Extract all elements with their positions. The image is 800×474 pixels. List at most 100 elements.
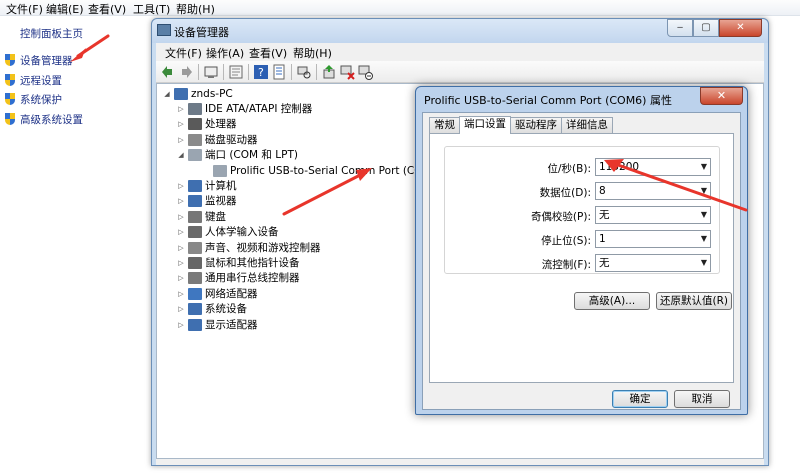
chevron-down-icon: ▼	[700, 162, 707, 171]
expand-arrow-icon[interactable]: ▷	[177, 213, 185, 221]
tree-item[interactable]: ▷ 声音、视频和游戏控制器	[177, 240, 321, 255]
device-icon	[188, 102, 202, 115]
expand-arrow-icon[interactable]: ▷	[177, 182, 185, 190]
collapse-arrow-icon[interactable]: ◢	[163, 90, 171, 98]
device-icon	[188, 287, 202, 300]
data-bits-select[interactable]: 8 ▼	[595, 182, 711, 200]
tree-root[interactable]: ◢ znds-PC	[163, 86, 233, 101]
tab-details[interactable]: 详细信息	[561, 117, 613, 133]
tree-item-label: 键盘	[205, 211, 226, 223]
cancel-button[interactable]: 取消	[674, 390, 730, 408]
minimize-button[interactable]: ‒	[667, 19, 693, 37]
expand-arrow-icon[interactable]: ▷	[177, 274, 185, 282]
maximize-button[interactable]: ▢	[693, 19, 719, 37]
stop-bits-select[interactable]: 1 ▼	[595, 230, 711, 248]
tab-port-settings[interactable]: 端口设置	[459, 116, 511, 134]
help-icon[interactable]: ?	[253, 64, 269, 80]
tab-strip: 常规 端口设置 驱动程序 详细信息	[429, 116, 613, 134]
expand-arrow-icon[interactable]: ▷	[177, 305, 185, 313]
control-panel-home-link[interactable]: 控制面板主页	[20, 26, 83, 41]
toolbar-separator	[291, 64, 292, 80]
baud-rate-row: 位/秒(B): 115200 ▼	[441, 158, 711, 176]
uninstall-icon[interactable]	[339, 64, 355, 80]
tree-item[interactable]: ▷ IDE ATA/ATAPI 控制器	[177, 101, 312, 116]
collapse-arrow-icon[interactable]: ◢	[177, 151, 185, 159]
expand-arrow-icon[interactable]: ▷	[177, 321, 185, 329]
menu-help[interactable]: 帮助(H)	[293, 45, 332, 61]
tree-item[interactable]: ▷ 计算机	[177, 178, 237, 193]
close-button[interactable]: ✕	[719, 19, 762, 37]
tree-item[interactable]: ▷ 显示适配器	[177, 317, 258, 332]
tree-item[interactable]: ▷ 鼠标和其他指针设备	[177, 255, 300, 270]
tree-item[interactable]: ▷ 人体学输入设备	[177, 224, 279, 239]
device-icon	[188, 256, 202, 269]
tree-item[interactable]: ▷ 处理器	[177, 116, 237, 131]
tree-item-label: 磁盘驱动器	[205, 134, 258, 146]
link-label: 系统保护	[20, 93, 62, 106]
baud-rate-select[interactable]: 115200 ▼	[595, 158, 711, 176]
tab-general[interactable]: 常规	[429, 117, 460, 133]
toolbar-separator	[223, 64, 224, 80]
tree-item[interactable]: ▷ 网络适配器	[177, 286, 258, 301]
expand-arrow-icon[interactable]: ▷	[177, 290, 185, 298]
tree-item[interactable]: ◢ 端口 (COM 和 LPT)	[177, 147, 298, 162]
advanced-system-settings-link[interactable]: 高级系统设置	[4, 111, 83, 127]
device-manager-titlebar[interactable]: 设备管理器 ‒ ▢ ✕	[152, 19, 768, 43]
tree-item-label: 端口 (COM 和 LPT)	[205, 149, 298, 161]
menu-action[interactable]: 操作(A)	[206, 45, 244, 61]
system-protection-link[interactable]: 系统保护	[4, 91, 62, 107]
expand-arrow-icon[interactable]: ▷	[177, 136, 185, 144]
tab-driver[interactable]: 驱动程序	[510, 117, 562, 133]
device-manager-link[interactable]: 设备管理器	[4, 52, 73, 68]
advanced-button[interactable]: 高级(A)...	[574, 292, 650, 310]
tree-item[interactable]: ▷ 键盘	[177, 209, 226, 224]
computer-icon[interactable]	[203, 64, 219, 80]
expand-arrow-icon[interactable]: ▷	[177, 244, 185, 252]
update-driver-icon[interactable]	[321, 64, 337, 80]
tree-item-label: 系统设备	[205, 303, 247, 315]
data-bits-row: 数据位(D): 8 ▼	[441, 182, 711, 200]
forward-arrow-icon[interactable]	[178, 64, 194, 80]
settings-group: 位/秒(B): 115200 ▼ 数据位(D): 8 ▼ 奇偶校验(P): 无 ▼ 停…	[444, 146, 720, 274]
disable-icon[interactable]	[357, 64, 373, 80]
flow-control-select[interactable]: 无 ▼	[595, 254, 711, 272]
expand-arrow-icon[interactable]: ▷	[177, 197, 185, 205]
menu-edit[interactable]: 编辑(E)	[46, 1, 84, 17]
tree-item-label: 网络适配器	[205, 288, 258, 300]
shield-icon	[4, 53, 17, 67]
tree-item[interactable]: ▷ 磁盘驱动器	[177, 132, 258, 147]
data-bits-value: 8	[599, 185, 606, 197]
menu-help[interactable]: 帮助(H)	[176, 1, 215, 17]
menu-view[interactable]: 查看(V)	[88, 1, 126, 17]
tree-item[interactable]: ▷ 监视器	[177, 193, 237, 208]
shield-icon	[4, 92, 17, 106]
ok-button[interactable]: 确定	[612, 390, 668, 408]
menu-tools[interactable]: 工具(T)	[133, 1, 170, 17]
expand-arrow-icon[interactable]: ▷	[177, 120, 185, 128]
port-settings-panel: 位/秒(B): 115200 ▼ 数据位(D): 8 ▼ 奇偶校验(P): 无 ▼ 停…	[429, 133, 734, 383]
dialog-close-button[interactable]: ✕	[700, 87, 743, 105]
expand-arrow-icon[interactable]: ▷	[177, 228, 185, 236]
remote-settings-link[interactable]: 远程设置	[4, 72, 62, 88]
restore-defaults-button[interactable]: 还原默认值(R)	[656, 292, 732, 310]
menu-file[interactable]: 文件(F)	[6, 1, 43, 17]
device-icon	[188, 210, 202, 223]
flow-control-row: 流控制(F): 无 ▼	[441, 254, 711, 272]
tree-item-com6-port[interactable]: Prolific USB-to-Serial Comm Port (COM6)	[213, 163, 442, 178]
expand-arrow-icon[interactable]: ▷	[177, 259, 185, 267]
properties-sheet-icon[interactable]	[271, 64, 287, 80]
tree-item[interactable]: ▷ 系统设备	[177, 301, 247, 316]
scan-hardware-icon[interactable]	[296, 64, 312, 80]
menu-view[interactable]: 查看(V)	[249, 45, 287, 61]
parity-label: 奇偶校验(P):	[530, 211, 591, 223]
flow-control-value: 无	[599, 257, 610, 269]
parity-select[interactable]: 无 ▼	[595, 206, 711, 224]
tree-item[interactable]: ▷ 通用串行总线控制器	[177, 270, 300, 285]
menu-file[interactable]: 文件(F)	[165, 45, 202, 61]
chevron-down-icon: ▼	[700, 210, 707, 219]
tree-item-label: 计算机	[205, 180, 237, 192]
properties-icon[interactable]	[228, 64, 244, 80]
expand-arrow-icon[interactable]: ▷	[177, 105, 185, 113]
chevron-down-icon: ▼	[700, 234, 707, 243]
back-arrow-icon[interactable]	[160, 64, 176, 80]
